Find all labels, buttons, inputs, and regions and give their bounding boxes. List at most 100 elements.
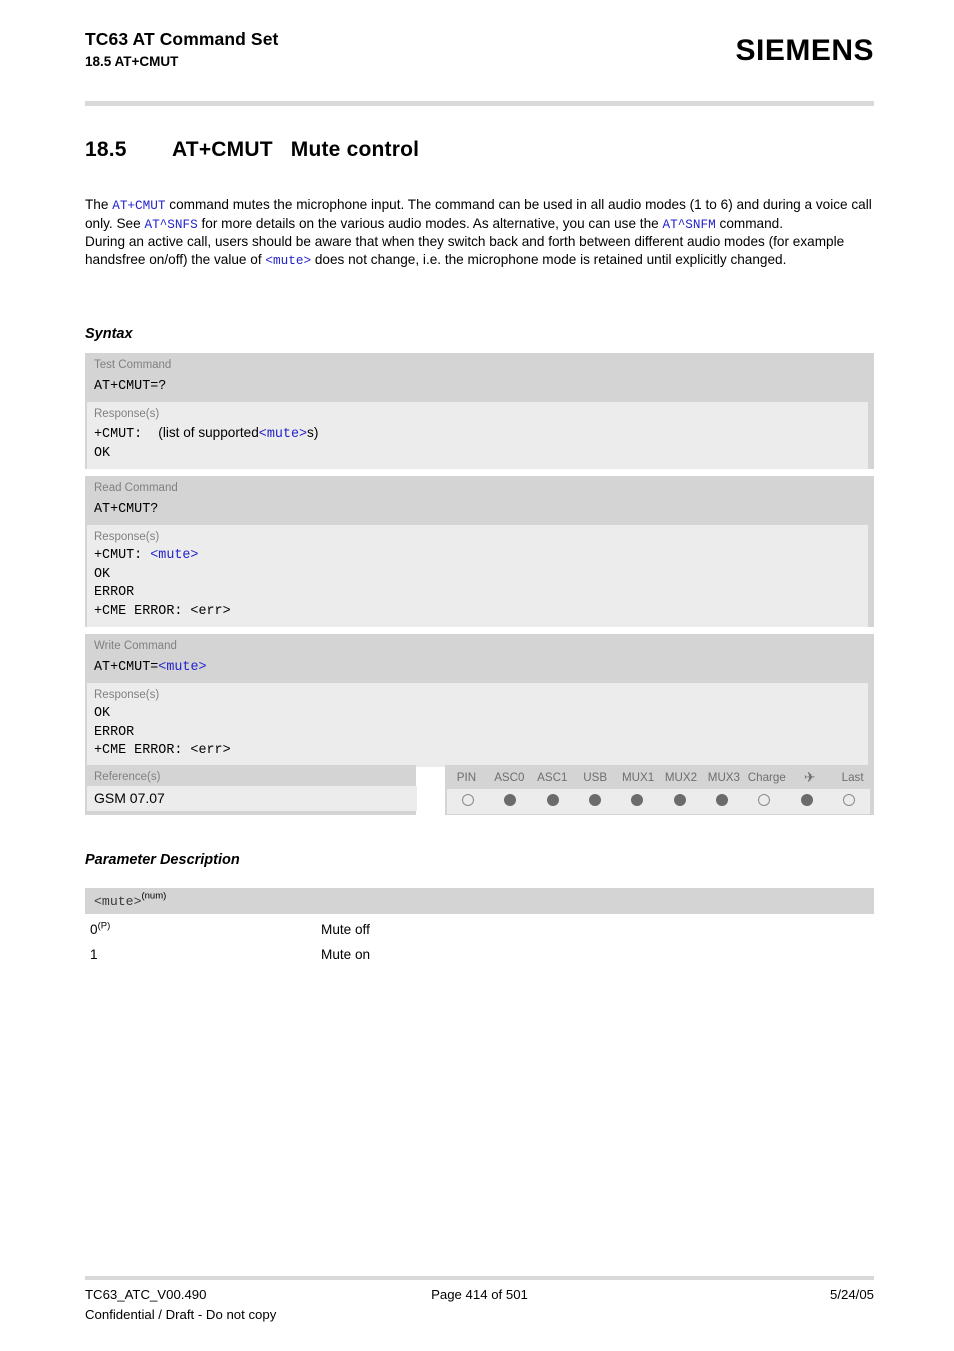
indicator-label-mux1: MUX1 [621, 770, 655, 784]
intro-text-6: does not change, i.e. the microphone mod… [311, 251, 787, 267]
page-title: 18.5 AT+CMUT Mute control [85, 138, 874, 162]
section-number: 18.5 [85, 138, 127, 161]
intro-text-1: The [85, 197, 113, 212]
dot-on-icon [589, 794, 602, 806]
indicator-label-last: Last [841, 770, 864, 784]
test-response-line-1: +CMUT: (list of supported<mute>s) [87, 424, 868, 445]
document-page: TC63 AT Command Set 18.5 AT+CMUT SIEMENS… [0, 0, 954, 1351]
code-ref-atcmut: AT+CMUT [112, 198, 166, 213]
footer-page-number: Page 414 of 501 [431, 1287, 528, 1302]
write-response-label: Response(s) [94, 689, 160, 701]
test-response-label: Response(s) [94, 408, 160, 420]
test-command-syntax: AT+CMUT=? [94, 379, 167, 394]
read-response-line-1: +CMUT: <mute> [87, 547, 868, 566]
test-resp-prefix: +CMUT: [94, 427, 159, 442]
test-command-label: Test Command [94, 359, 172, 371]
intro-paragraph: The AT+CMUT command mutes the microphone… [85, 196, 876, 269]
test-command-block: Test Command AT+CMUT=? Response(s) +CMUT… [85, 353, 874, 469]
footer-divider [85, 1276, 874, 1280]
write-command-block: Write Command AT+CMUT=<mute> Response(s)… [85, 634, 874, 767]
dot-on-icon [715, 794, 728, 806]
parameter-name: <mute> [94, 894, 142, 909]
heading-syntax: Syntax [85, 326, 133, 342]
parameter-type: (num) [141, 890, 167, 902]
syntax-table: Test Command AT+CMUT=? Response(s) +CMUT… [85, 353, 874, 774]
read-response-line-4: +CME ERROR: <err> [94, 603, 231, 619]
write-command-syntax: AT+CMUT=<mute> [85, 656, 874, 683]
section-name: Mute control [290, 138, 420, 161]
intro-text-4: command. [715, 215, 784, 231]
indicator-header-row: PIN ASC0 ASC1 USB MUX1 MUX2 MUX3 Charge … [445, 765, 874, 789]
section-command: AT+CMUT [172, 138, 273, 161]
parameter-value: 0(P) [90, 920, 321, 939]
read-response-line-3: ERROR [94, 585, 135, 600]
indicator-dot-airplane [785, 794, 827, 809]
test-resp-text: (list of supported [158, 425, 259, 440]
indicator-dot-mux3 [701, 794, 743, 809]
reference-value: GSM 07.07 [87, 786, 417, 811]
read-command-syntax: AT+CMUT? [94, 502, 159, 517]
dot-off-icon [842, 794, 855, 806]
heading-parameter-description: Parameter Description [85, 852, 240, 868]
airplane-icon: ✈ [803, 768, 816, 785]
page-header: TC63 AT Command Set 18.5 AT+CMUT SIEMENS [85, 28, 874, 98]
write-cmd-param: <mute> [158, 660, 207, 675]
read-resp-prefix: +CMUT: [94, 548, 151, 563]
indicator-label-asc0: ASC0 [494, 770, 525, 784]
write-cmd-prefix: AT+CMUT= [94, 660, 159, 675]
header-divider [85, 101, 874, 106]
read-resp-param: <mute> [150, 548, 199, 563]
parameter-table: <mute>(num) 0(P) Mute off 1 Mute on [85, 888, 874, 964]
dot-on-icon [673, 794, 686, 806]
write-command-label: Write Command [94, 640, 177, 652]
parameter-default-marker: (P) [97, 920, 111, 932]
table-row: 1 Mute on [85, 939, 874, 964]
dot-off-icon [758, 794, 771, 806]
parameter-description-text: Mute on [321, 947, 371, 962]
write-response-block: Response(s) OK ERROR +CME ERROR: <err> [87, 683, 868, 767]
dot-on-icon [800, 794, 813, 806]
reference-label: Reference(s) [94, 771, 161, 783]
footer-confidential-notice: Confidential / Draft - Do not copy [85, 1307, 277, 1322]
parameter-value: 1 [90, 945, 321, 964]
reference-indicator-row: Reference(s) GSM 07.07 PIN ASC0 ASC1 USB… [85, 765, 874, 815]
indicator-dot-mux1 [616, 794, 658, 809]
dot-on-icon [504, 794, 517, 806]
indicator-dot-asc0 [489, 794, 531, 809]
indicator-label-mux3: MUX3 [707, 770, 740, 784]
parameter-description-text: Mute off [321, 922, 370, 937]
code-ref-atsnfm: AT^SNFM [662, 216, 716, 232]
write-response-line-2: ERROR [94, 724, 135, 740]
indicator-dot-usb [574, 794, 616, 809]
parameter-header: <mute>(num) [85, 888, 874, 914]
code-ref-atsnfs: AT^SNFS [144, 216, 198, 232]
indicator-label-mux2: MUX2 [664, 770, 698, 784]
reference-block: Reference(s) GSM 07.07 [85, 765, 417, 815]
indicator-dot-last [828, 794, 870, 809]
write-response-line-1: OK [94, 706, 111, 721]
read-response-label: Response(s) [94, 531, 160, 543]
test-resp-param: <mute> [258, 427, 308, 442]
read-command-label: Read Command [94, 482, 178, 494]
footer-date: 5/24/05 [830, 1287, 874, 1302]
test-response-line-2: OK [94, 445, 111, 461]
code-ref-mute: <mute> [265, 252, 312, 268]
parameter-value-text: 0 [90, 922, 98, 937]
indicator-dot-charge [743, 794, 785, 809]
siemens-logo: SIEMENS [735, 34, 874, 67]
dot-on-icon [546, 794, 559, 806]
indicator-label-charge: Charge [747, 770, 786, 784]
write-response-line-3: +CME ERROR: <err> [94, 743, 231, 758]
read-response-block: Response(s) +CMUT: <mute> OK ERROR +CME … [87, 525, 868, 627]
page-footer: TC63_ATC_V00.490 Page 414 of 501 5/24/05… [85, 1285, 874, 1324]
dot-off-icon [462, 794, 475, 806]
indicator-dot-pin [447, 794, 489, 809]
indicator-dot-mux2 [658, 794, 700, 809]
indicator-label-pin: PIN [456, 770, 477, 784]
indicator-label-asc1: ASC1 [537, 770, 568, 784]
test-response-block: Response(s) +CMUT: (list of supported<mu… [87, 402, 868, 469]
test-resp-suffix: s) [307, 425, 319, 440]
dot-on-icon [631, 794, 644, 806]
indicator-label-usb: USB [583, 770, 608, 784]
table-row: 0(P) Mute off [85, 914, 874, 939]
